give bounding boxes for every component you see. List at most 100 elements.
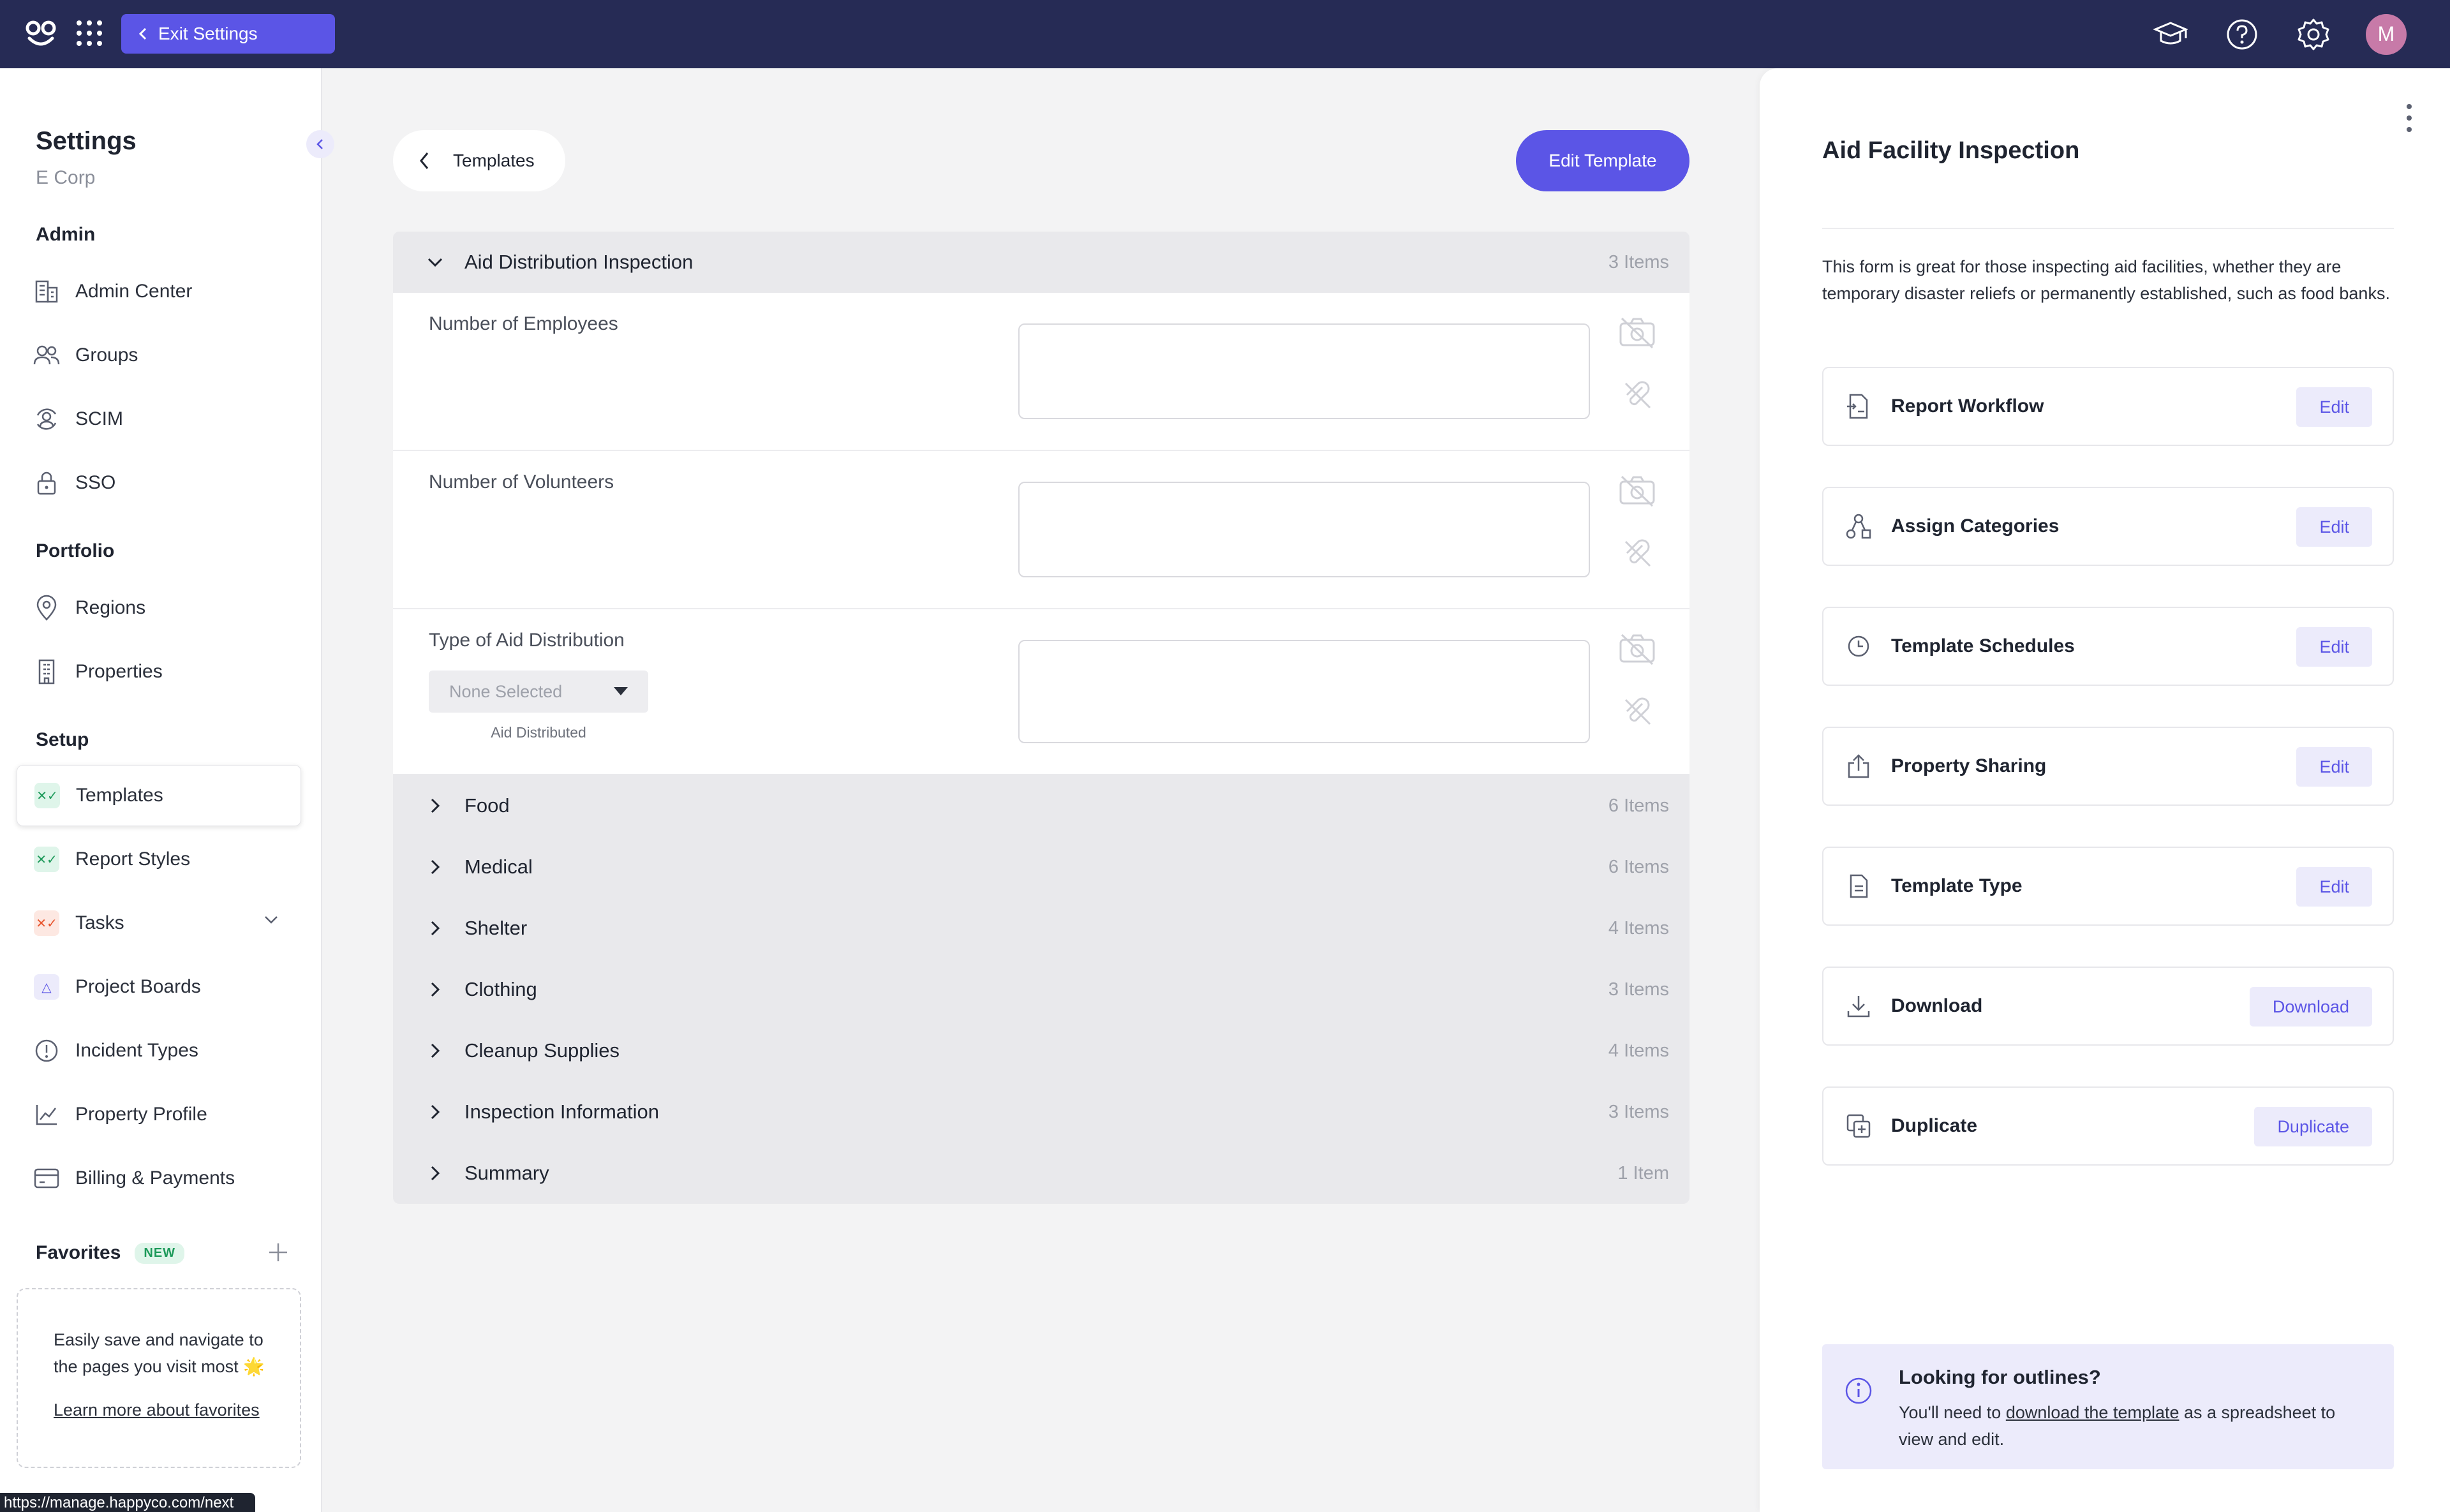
- sidebar-item-label: Report Styles: [75, 849, 191, 870]
- camera-off-icon[interactable]: [1617, 316, 1658, 349]
- add-favorite-plus-icon[interactable]: [267, 1241, 290, 1264]
- template-description: This form is great for those inspecting …: [1822, 257, 2390, 303]
- aid-type-answer-input[interactable]: [1018, 640, 1590, 743]
- favorites-learn-more-link[interactable]: Learn more about favorites: [54, 1397, 268, 1423]
- user-avatar[interactable]: M: [2366, 13, 2407, 55]
- card-label: Assign Categories: [1891, 515, 2060, 537]
- card-label: Template Schedules: [1891, 635, 2075, 656]
- sidebar-item-sso[interactable]: SSO: [17, 452, 301, 514]
- edit-template-type-button[interactable]: Edit: [2296, 867, 2372, 907]
- question-row-aid-type: Type of Aid Distribution None Selected A…: [393, 609, 1689, 774]
- card-label: Download: [1891, 995, 1983, 1016]
- sidebar-item-incident-types[interactable]: Incident Types: [17, 1020, 301, 1081]
- credit-card-icon: [32, 1164, 61, 1193]
- user-sync-icon: [32, 404, 61, 434]
- section-count: 6 Items: [1608, 856, 1669, 877]
- sidebar-item-label: Templates: [76, 785, 163, 806]
- edit-assign-categories-button[interactable]: Edit: [2296, 507, 2372, 547]
- project-boards-icon: △: [32, 972, 61, 1002]
- camera-off-icon[interactable]: [1617, 474, 1658, 507]
- share-icon: [1843, 750, 1875, 782]
- card-label: Template Type: [1891, 875, 2023, 896]
- chevron-left-icon: [138, 27, 147, 40]
- section-name: Aid Distribution Inspection: [464, 251, 694, 273]
- question-label: Number of Employees: [429, 313, 618, 334]
- sidebar-item-scim[interactable]: SCIM: [17, 389, 301, 450]
- collapse-sidebar-button[interactable]: [306, 130, 334, 158]
- section-header-shelter[interactable]: Shelter 4 Items: [393, 898, 1689, 959]
- sidebar-item-project-boards[interactable]: △ Project Boards: [17, 956, 301, 1018]
- sidebar-item-label: SCIM: [75, 408, 123, 429]
- sidebar-item-label: Regions: [75, 597, 146, 618]
- categories-hierarchy-icon: [1843, 510, 1875, 542]
- users-icon: [32, 341, 61, 370]
- lock-icon: [32, 468, 61, 498]
- edit-property-sharing-button[interactable]: Edit: [2296, 747, 2372, 787]
- sidebar-item-report-styles[interactable]: ✕✓ Report Styles: [17, 829, 301, 890]
- tasks-icon: ✕✓: [32, 908, 61, 938]
- settings-gear-icon[interactable]: [2294, 15, 2333, 54]
- sidebar-item-templates[interactable]: ✕✓ Templates: [17, 765, 301, 826]
- exit-settings-label: Exit Settings: [158, 24, 258, 43]
- sidebar-item-tasks[interactable]: ✕✓ Tasks: [17, 893, 301, 954]
- sidebar-item-groups[interactable]: Groups: [17, 325, 301, 386]
- card-label: Property Sharing: [1891, 755, 2047, 776]
- aid-distributed-dropdown[interactable]: None Selected: [429, 671, 648, 713]
- section-header-clothing[interactable]: Clothing 3 Items: [393, 959, 1689, 1020]
- sidebar-item-property-profile[interactable]: Property Profile: [17, 1084, 301, 1145]
- edit-template-button[interactable]: Edit Template: [1516, 130, 1689, 191]
- paperclip-off-icon[interactable]: [1621, 378, 1654, 411]
- section-count: 4 Items: [1608, 917, 1669, 938]
- sidebar-item-admin-center[interactable]: Admin Center: [17, 261, 301, 322]
- question-row-volunteers: Number of Volunteers: [393, 451, 1689, 609]
- volunteers-answer-input[interactable]: [1018, 482, 1590, 577]
- sidebar-item-label: Tasks: [75, 912, 124, 933]
- back-label: Templates: [453, 151, 535, 170]
- sidebar-item-properties[interactable]: Properties: [17, 641, 301, 702]
- new-badge: NEW: [135, 1242, 185, 1264]
- edit-template-schedules-button[interactable]: Edit: [2296, 627, 2372, 667]
- section-header-inspection-information[interactable]: Inspection Information 3 Items: [393, 1081, 1689, 1143]
- apps-grid-icon[interactable]: [75, 19, 103, 47]
- section-header-cleanup-supplies[interactable]: Cleanup Supplies 4 Items: [393, 1020, 1689, 1081]
- section-name: Summary: [464, 1162, 549, 1184]
- template-details-panel: Aid Facility Inspection This form is gre…: [1760, 68, 2450, 1512]
- section-count: 6 Items: [1608, 795, 1669, 816]
- sidebar-item-regions[interactable]: Regions: [17, 577, 301, 639]
- section-header-medical[interactable]: Medical 6 Items: [393, 836, 1689, 898]
- chevron-down-icon[interactable]: [263, 914, 279, 926]
- section-name: Cleanup Supplies: [464, 1039, 620, 1062]
- duplicate-template-button[interactable]: Duplicate: [2254, 1107, 2372, 1146]
- dropdown-value: None Selected: [449, 681, 563, 701]
- section-count: 3 Items: [1608, 1101, 1669, 1122]
- url-status-tooltip: https://manage.happyco.com/next: [0, 1493, 255, 1512]
- edit-report-workflow-button[interactable]: Edit: [2296, 387, 2372, 427]
- section-header-summary[interactable]: Summary 1 Item: [393, 1143, 1689, 1204]
- paperclip-off-icon[interactable]: [1621, 695, 1654, 728]
- section-header-food[interactable]: Food 6 Items: [393, 775, 1689, 836]
- academy-cap-icon[interactable]: [2151, 15, 2190, 54]
- more-vertical-icon[interactable]: [2405, 103, 2413, 133]
- top-bar: Exit Settings M: [0, 0, 2450, 68]
- section-portfolio: Portfolio: [36, 540, 115, 561]
- happyco-logo[interactable]: [23, 15, 59, 51]
- report-styles-check-icon: ✕✓: [32, 845, 61, 874]
- paperclip-off-icon[interactable]: [1621, 537, 1654, 570]
- document-icon: [1843, 870, 1875, 902]
- camera-off-icon[interactable]: [1617, 632, 1658, 665]
- divider: [1822, 228, 2394, 229]
- back-to-templates-button[interactable]: Templates: [393, 130, 565, 191]
- favorites-body: Easily save and navigate to the pages yo…: [54, 1330, 265, 1376]
- help-icon[interactable]: [2223, 15, 2261, 54]
- exit-settings-button[interactable]: Exit Settings: [121, 14, 335, 54]
- sidebar-item-billing[interactable]: Billing & Payments: [17, 1148, 301, 1209]
- sidebar-item-label: Incident Types: [75, 1040, 198, 1061]
- employees-answer-input[interactable]: [1018, 323, 1590, 419]
- chevron-left-icon: [316, 139, 323, 149]
- question-label: Type of Aid Distribution: [429, 630, 625, 651]
- card-download: Download Download: [1822, 967, 2394, 1046]
- section-header-aid-distribution[interactable]: Aid Distribution Inspection 3 Items: [393, 232, 1689, 293]
- download-template-button[interactable]: Download: [2249, 987, 2372, 1027]
- section-name: Clothing: [464, 978, 537, 1000]
- download-template-link[interactable]: download the template: [2006, 1403, 2179, 1422]
